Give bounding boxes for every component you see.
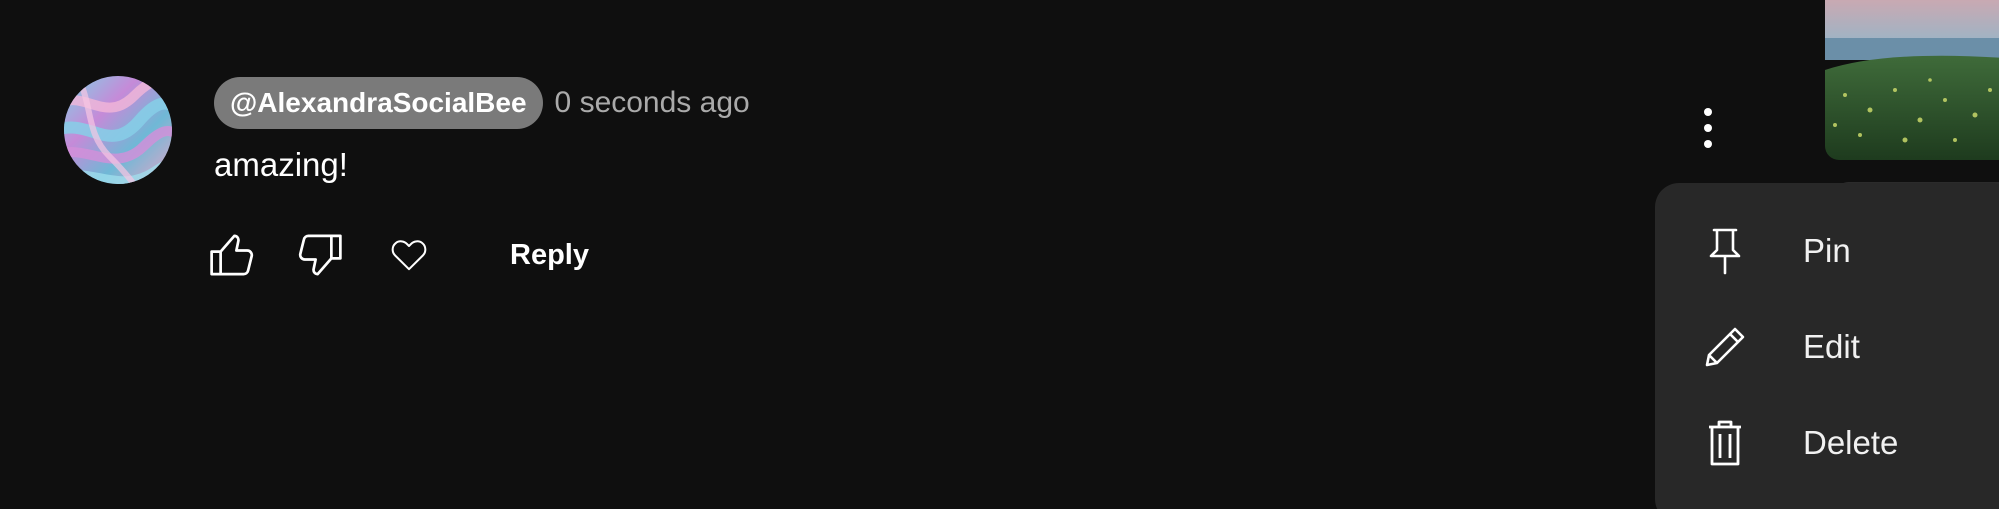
dislike-button[interactable] bbox=[291, 227, 347, 283]
comment-header: @AlexandraSocialBee 0 seconds ago bbox=[214, 77, 750, 129]
more-vertical-icon bbox=[1704, 108, 1712, 148]
thumbnail-image bbox=[1825, 0, 1999, 160]
more-options-button[interactable] bbox=[1684, 104, 1732, 152]
pin-icon bbox=[1701, 227, 1749, 275]
menu-item-label: Delete bbox=[1803, 424, 1899, 461]
menu-item-label: Pin bbox=[1803, 232, 1851, 269]
pencil-icon bbox=[1701, 323, 1749, 371]
comment-page: @AlexandraSocialBee 0 seconds ago amazin… bbox=[0, 0, 1999, 509]
menu-item-edit[interactable]: Edit bbox=[1655, 301, 1999, 393]
thumb-up-icon bbox=[210, 234, 254, 276]
menu-item-label: Edit bbox=[1803, 328, 1860, 365]
reply-button[interactable]: Reply bbox=[510, 227, 589, 283]
like-button[interactable] bbox=[205, 227, 261, 283]
comment-context-menu: Pin Edit Delete bbox=[1655, 183, 1999, 509]
heart-button[interactable] bbox=[381, 227, 437, 283]
menu-item-delete[interactable]: Delete bbox=[1655, 397, 1999, 489]
video-thumbnail[interactable] bbox=[1825, 0, 1999, 160]
menu-item-pin[interactable]: Pin bbox=[1655, 205, 1999, 297]
heart-icon bbox=[391, 240, 427, 271]
avatar-image bbox=[64, 76, 172, 184]
thumb-down-icon bbox=[298, 234, 342, 276]
avatar[interactable] bbox=[64, 76, 172, 184]
author-name[interactable]: @AlexandraSocialBee bbox=[214, 77, 543, 129]
comment-timestamp[interactable]: 0 seconds ago bbox=[555, 86, 750, 120]
comment-text: amazing! bbox=[214, 146, 348, 183]
trash-icon bbox=[1701, 419, 1749, 467]
